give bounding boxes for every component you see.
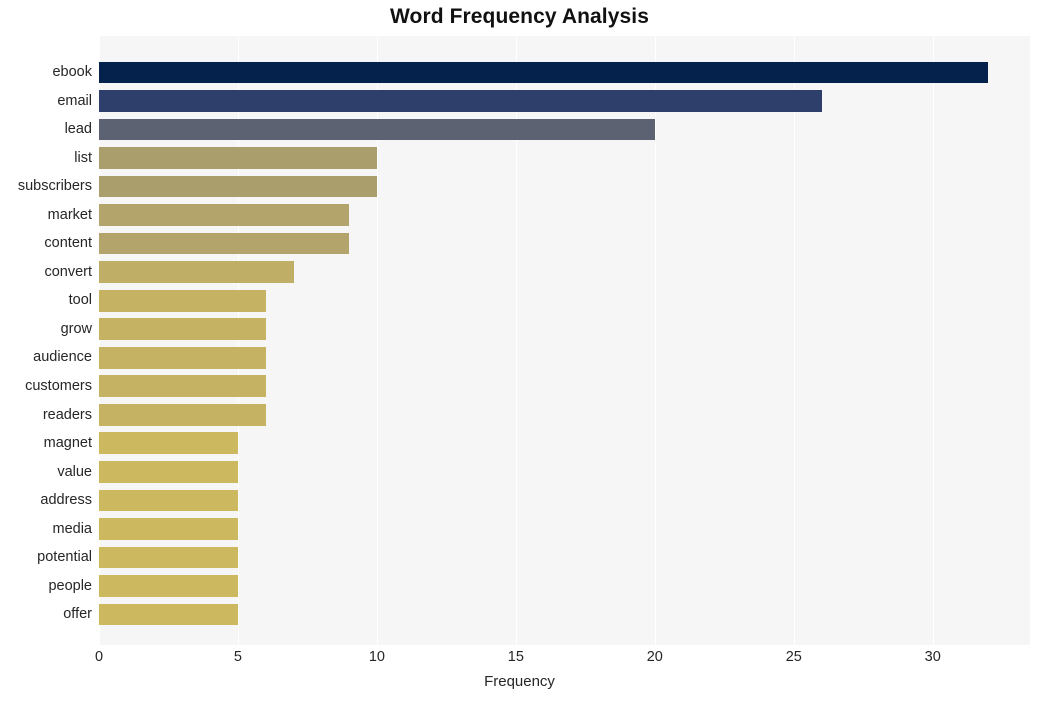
y-axis-label-people: people: [48, 577, 92, 594]
bar-row[interactable]: [99, 172, 1030, 201]
y-axis-label-content: content: [44, 235, 92, 252]
bar-row[interactable]: [99, 372, 1030, 401]
bar-readers[interactable]: [99, 403, 266, 426]
bar-subscribers[interactable]: [99, 175, 377, 198]
bar-tool[interactable]: [99, 289, 266, 312]
y-axis-labels: ebook email lead list subscribers market conte…: [0, 36, 92, 645]
x-tick-label-0: 0: [94, 649, 104, 665]
y-axis-label-audience: audience: [33, 349, 92, 366]
x-tick-label-10: 10: [368, 649, 385, 665]
y-axis-label-subscribers: subscribers: [17, 178, 92, 195]
chart-title: Word Frequency Analysis: [389, 5, 650, 28]
bar-content[interactable]: [99, 232, 350, 255]
x-tick-label-5: 5: [233, 649, 242, 665]
x-tick-label-20: 20: [646, 649, 663, 665]
y-axis-label-customers: customers: [25, 378, 92, 395]
bar-row[interactable]: [99, 600, 1030, 629]
bar-row[interactable]: [99, 144, 1030, 173]
bar-media[interactable]: [99, 518, 238, 540]
bar-lead[interactable]: [99, 118, 655, 141]
x-axis-tick-labels: 0 5 10 15 20 25 30: [0, 645, 1039, 673]
bar-row[interactable]: [99, 258, 1030, 287]
bar-value[interactable]: [99, 461, 238, 483]
bar-row[interactable]: [99, 115, 1030, 144]
bar-row[interactable]: [99, 543, 1030, 572]
bar-row[interactable]: [99, 429, 1030, 458]
y-axis-label-email: email: [57, 92, 92, 109]
x-tick-label-30: 30: [924, 649, 941, 665]
bar-potential[interactable]: [99, 546, 238, 569]
bar-row[interactable]: [99, 229, 1030, 258]
y-axis-label-readers: readers: [42, 406, 92, 423]
bar-people[interactable]: [99, 575, 238, 597]
y-axis-label-potential: potential: [37, 549, 92, 566]
bar-row[interactable]: [99, 286, 1030, 315]
y-axis-label-tool: tool: [68, 292, 92, 309]
bar-grow[interactable]: [99, 318, 266, 341]
y-axis-label-address: address: [40, 492, 92, 509]
bar-ebook[interactable]: [99, 61, 989, 84]
bar-row[interactable]: [99, 87, 1030, 116]
x-tick-label-25: 25: [785, 649, 802, 665]
y-axis-label-market: market: [47, 206, 92, 223]
bar-customers[interactable]: [99, 375, 266, 398]
bar-row[interactable]: [99, 201, 1030, 230]
y-axis-label-list: list: [74, 149, 92, 166]
word-frequency-chart: Word Frequency Analysis ebook email lead li…: [0, 0, 1039, 701]
bar-row[interactable]: [99, 343, 1030, 372]
bar-row[interactable]: [99, 58, 1030, 87]
bar-convert[interactable]: [99, 261, 294, 283]
bar-magnet[interactable]: [99, 432, 238, 455]
bar-market[interactable]: [99, 204, 350, 226]
y-axis-label-value: value: [57, 463, 92, 480]
bars-layer: [99, 36, 1030, 645]
x-axis-title: Frequency: [484, 673, 555, 690]
bar-address[interactable]: [99, 489, 238, 512]
y-axis-label-offer: offer: [63, 606, 92, 623]
plot-area: [99, 36, 1030, 645]
bar-audience[interactable]: [99, 346, 266, 369]
y-axis-label-media: media: [52, 520, 93, 537]
y-axis-label-magnet: magnet: [43, 435, 92, 452]
bar-row[interactable]: [99, 315, 1030, 344]
y-axis-label-ebook: ebook: [52, 64, 92, 81]
bar-row[interactable]: [99, 458, 1030, 487]
bar-offer[interactable]: [99, 603, 238, 626]
bar-row[interactable]: [99, 401, 1030, 430]
bar-list[interactable]: [99, 147, 377, 169]
bar-row[interactable]: [99, 572, 1030, 601]
y-axis-label-grow: grow: [60, 320, 92, 337]
bar-row[interactable]: [99, 486, 1030, 515]
x-tick-label-15: 15: [507, 649, 524, 665]
bar-row[interactable]: [99, 515, 1030, 544]
bar-email[interactable]: [99, 90, 822, 112]
y-axis-label-convert: convert: [44, 263, 92, 280]
y-axis-label-lead: lead: [64, 121, 92, 138]
